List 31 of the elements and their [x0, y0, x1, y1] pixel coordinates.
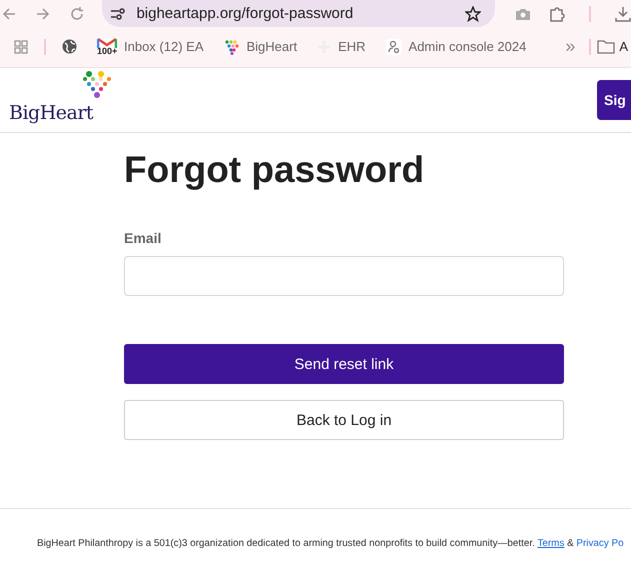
reload-icon[interactable] [70, 6, 84, 20]
footer-text: BigHeart Philanthropy is a 501(c)3 organization dedicated to arming trusted nonprofits to build community—better. Terms & Privacy Po [37, 538, 624, 549]
bookmark[interactable]: EHR [307, 39, 376, 54]
apps-icon[interactable] [14, 40, 28, 54]
star-icon[interactable] [465, 6, 481, 22]
back-icon[interactable] [2, 6, 16, 20]
address-bar[interactable]: bigheartapp.org/forgot-password [102, 0, 495, 26]
dots-heart-icon[interactable] [224, 38, 240, 54]
email-field[interactable] [124, 256, 564, 296]
folder-icon [597, 40, 616, 54]
globe-icon[interactable] [62, 39, 77, 54]
forward-icon[interactable] [36, 6, 50, 20]
page-title: Forgot password [124, 148, 426, 192]
bookmark-folder[interactable]: A [597, 39, 628, 54]
email-label: Email [124, 230, 162, 246]
site-settings-icon[interactable] [110, 6, 126, 20]
bookmark[interactable]: Admin console 2024 [376, 38, 536, 54]
person-gear-icon[interactable] [386, 38, 402, 54]
sign-in-button[interactable]: Sig [597, 80, 631, 120]
footer-link[interactable]: Terms [537, 538, 564, 549]
back-to-login-button[interactable]: Back to Log in [124, 400, 564, 440]
bookmark[interactable]: 100+ Inbox (12) EA [87, 36, 214, 56]
camera-icon[interactable] [515, 6, 531, 20]
footer-link[interactable]: Privacy Po [576, 538, 624, 549]
puzzle-icon[interactable] [549, 6, 565, 22]
count-label: 100+ [97, 46, 118, 56]
url-text[interactable]: bigheartapp.org/forgot-password [136, 5, 455, 22]
send-reset-link-button[interactable]: Send reset link [124, 344, 564, 384]
brand-name: BigHeart [9, 102, 94, 125]
bookmark[interactable]: BigHeart [214, 38, 308, 54]
download-icon[interactable] [615, 6, 631, 22]
